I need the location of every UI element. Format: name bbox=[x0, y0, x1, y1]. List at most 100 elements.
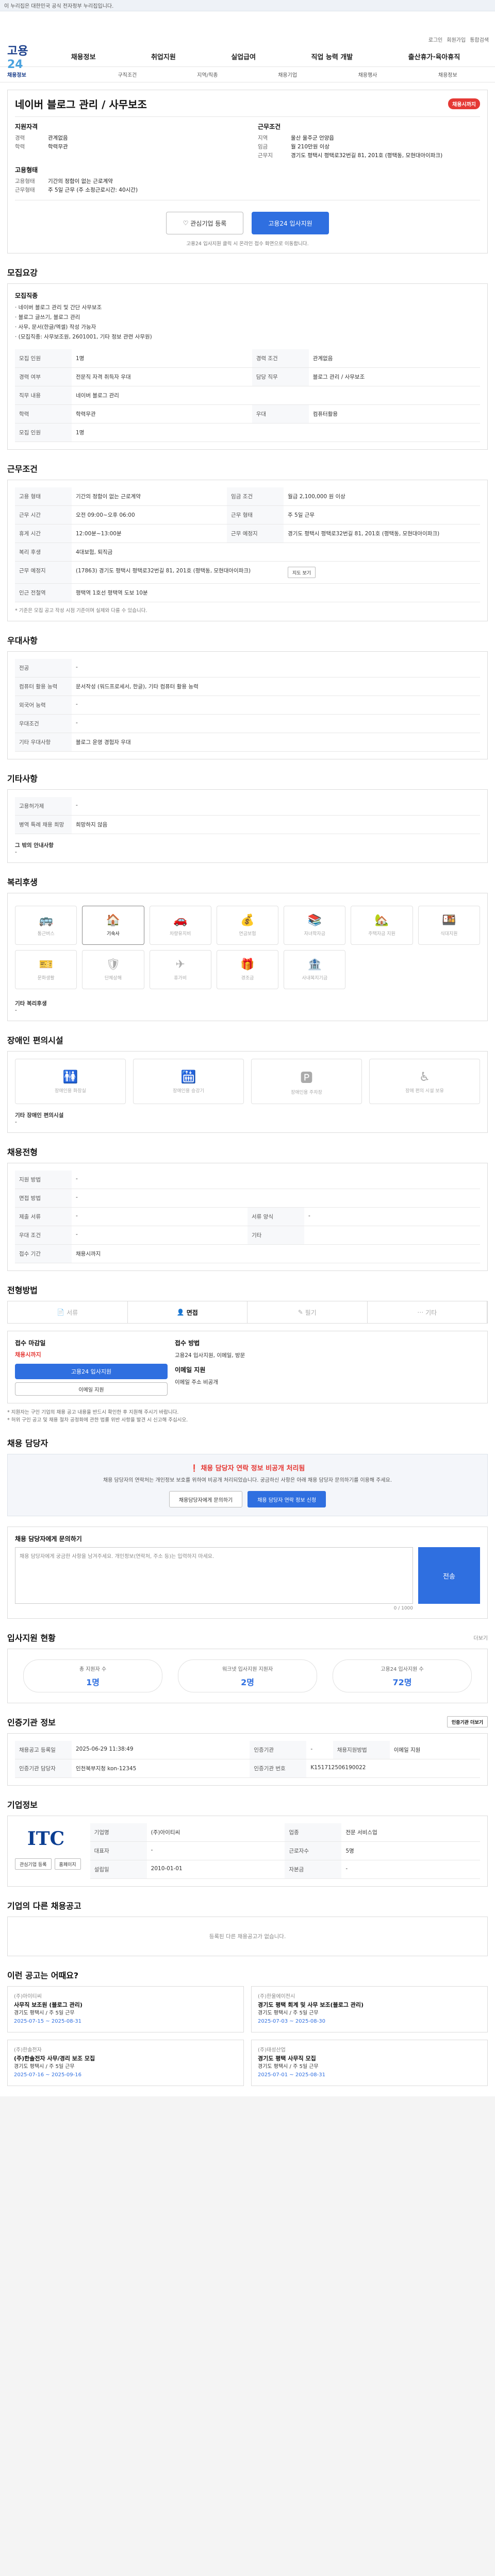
stat-card: 총 지원자 수 1명 bbox=[23, 1659, 162, 1692]
work-label: 근무형태 bbox=[15, 187, 35, 193]
qualification-heading: 지원자격 bbox=[15, 123, 38, 130]
coin-icon: 💰 bbox=[240, 914, 255, 927]
subnav-item[interactable]: 채용행사 bbox=[327, 71, 407, 78]
conditions-section: 고용 형태 기간의 정함이 없는 근로계약 임금 조건 월급 2,100,000 원 … bbox=[7, 480, 488, 621]
send-button[interactable]: 전송 bbox=[418, 1547, 480, 1604]
cert-more-button[interactable]: 인증기관 더보기 bbox=[447, 1716, 488, 1727]
conditions-heading: 근무조건 bbox=[258, 123, 281, 130]
section-title: 근무조건 bbox=[7, 464, 38, 474]
disability-icons: 🚻 장애인용 화장실 🛗 장애인용 승강기 🅿 장애인용 주차장 ♿ 장애 편의 시설 … bbox=[15, 1059, 480, 1104]
inquiry-button[interactable]: 채용담당자에게 문의하기 bbox=[169, 1491, 243, 1507]
subnav-item[interactable]: 구직조건 bbox=[87, 71, 167, 78]
recommend-card[interactable]: (주)아이티씨 사무직 보조원 (블로그 관리) 경기도 평택시 / 주 5일 근무… bbox=[7, 1986, 244, 2032]
subnav-item[interactable]: 채용기업 bbox=[248, 71, 327, 78]
subnav-item[interactable]: 지역/직종 bbox=[168, 71, 248, 78]
recruit-desc: · 네이버 블로그 관리 및 간단 사무보조 · 블로그 글쓰기, 블로그 관리 ·… bbox=[15, 304, 152, 340]
welfare-item: 🏠 기숙사 bbox=[82, 906, 144, 945]
apply-button[interactable]: 고용24 입사지원 bbox=[252, 212, 329, 234]
homepage-button[interactable]: 홈페이지 bbox=[54, 1858, 81, 1870]
section-title: 장애인 편의시설 bbox=[7, 1036, 63, 1045]
apply-button-2[interactable]: 고용24 입사지원 bbox=[15, 1364, 168, 1379]
nav-benefit[interactable]: 실업급여 bbox=[231, 52, 256, 61]
login-link[interactable]: 로그인 bbox=[428, 36, 443, 43]
conditions-table: 고용 형태 기간의 정함이 없는 근로계약 임금 조건 월급 2,100,000 원 … bbox=[15, 487, 480, 602]
table-row: 대표자 - 근로자수 5명 bbox=[90, 1841, 480, 1860]
subnav-item[interactable]: 채용정보 bbox=[7, 71, 87, 78]
company-table: 기업명 (주)아이티씨 업종 전문 서비스업 대표자 - 근로자수 5명 설립일 2010-0… bbox=[90, 1823, 480, 1879]
edu-value: 학력무관 bbox=[48, 144, 68, 150]
career-label: 경력 bbox=[15, 135, 25, 141]
recommend-card[interactable]: (주)한솔전자 (주)한솔전자 사무/경리 보조 모집 경기도 평택시 / 주 5일… bbox=[7, 2040, 244, 2086]
more-link[interactable]: 더보기 bbox=[473, 1634, 488, 1641]
gift-icon: 🎁 bbox=[240, 958, 255, 971]
bus-icon: 🚌 bbox=[39, 914, 53, 927]
edu-label: 학력 bbox=[15, 144, 25, 150]
work-value: 주 5일 근무 (주 소정근로시간: 40시간) bbox=[48, 187, 138, 193]
ticket-icon: 🎫 bbox=[39, 958, 53, 971]
tab-written[interactable]: ✎ 필기 bbox=[248, 1301, 368, 1323]
sub-nav: 채용정보 구직조건 지역/직종 채용기업 채용행사 채용정보 bbox=[0, 67, 495, 82]
table-row: 면접 방법 - bbox=[15, 1189, 480, 1208]
nav-training[interactable]: 직업 능력 개발 bbox=[311, 52, 353, 61]
section-title: 인증기관 정보 bbox=[7, 1718, 56, 1727]
stat-card: 고용24 입사지원 수 72명 bbox=[333, 1659, 472, 1692]
job-summary-card: 네이버 블로그 관리 / 사무보조 채용시까지 지원자격 경력 관계없음 학력 학력무… bbox=[7, 90, 488, 253]
site-logo[interactable]: 고용24 bbox=[7, 42, 43, 71]
recommend-card[interactable]: (주)한울에이전시 경기도 평택 회계 및 사무 보조(블로그 관리) 경기도 평택… bbox=[251, 1986, 488, 2032]
facility-item: 🚻 장애인용 화장실 bbox=[15, 1059, 126, 1104]
table-row: 채용공고 등록일 2025-06-29 11:38:49 인증기관 - 채용지원방법 이메… bbox=[15, 1741, 480, 1759]
facility-item: 🛗 장애인용 승강기 bbox=[133, 1059, 244, 1104]
signup-link[interactable]: 회원가입 bbox=[447, 36, 466, 43]
method-label: 접수 방법 bbox=[175, 1340, 200, 1347]
stat-card: 워크넷 입사지원 지원자 2명 bbox=[178, 1659, 317, 1692]
home-icon: 🏡 bbox=[374, 914, 389, 927]
welfare-item: 📚 자녀학자금 bbox=[284, 906, 346, 945]
welfare-item: 🏡 주택자금 지원 bbox=[351, 906, 413, 945]
table-row: 외국어 능력 - bbox=[15, 696, 480, 715]
gov-banner: 이 누리집은 대한민국 공식 전자정부 누리집입니다. bbox=[0, 0, 495, 11]
table-row: 설립일 2010-01-01 자본금 - bbox=[90, 1860, 480, 1879]
fund-icon: 🏦 bbox=[307, 958, 322, 971]
etype-value: 기간의 정함이 없는 근로계약 bbox=[48, 178, 113, 184]
tab-docs[interactable]: 📄 서류 bbox=[8, 1301, 128, 1323]
email-apply-button[interactable]: 이메일 지원 bbox=[15, 1382, 168, 1396]
table-row: 모집 인원 1명 bbox=[15, 423, 480, 442]
pen-icon: ✎ bbox=[298, 1309, 305, 1316]
selection-section: 지원 방법 - 면접 방법 - 제출 서류 - 서류 양식 - 우대 조건 - 기타 접수 기… bbox=[7, 1163, 488, 1271]
request-contact-button[interactable]: 채용 담당자 연락 정보 신청 bbox=[248, 1491, 326, 1507]
section-title: 채용 담당자 bbox=[7, 1438, 48, 1448]
section-title: 전형방법 bbox=[7, 1285, 38, 1295]
nav-jobs[interactable]: 채용정보 bbox=[71, 52, 96, 61]
meal-icon: 🍱 bbox=[442, 914, 456, 927]
inquiry-textarea[interactable]: 채용 담당자에게 궁금한 사항을 남겨주세요. 개인정보(연락처, 주소 등)는… bbox=[15, 1547, 413, 1604]
tab-interview[interactable]: 👤 면접 bbox=[128, 1301, 248, 1323]
inquiry-title: 채용 담당자에게 문의하기 bbox=[15, 1535, 82, 1543]
process-tabs: 📄 서류 👤 면접 ✎ 필기 ⋯ 기타 bbox=[7, 1301, 488, 1324]
nav-support[interactable]: 취업지원 bbox=[151, 52, 176, 61]
table-row: 컴퓨터 활용 능력 문서작성 (워드프로세서, 한글), 기타 컴퓨터 활용 능력 bbox=[15, 677, 480, 696]
welfare-item: 🏦 사내복지기금 bbox=[284, 950, 346, 989]
recommend-card[interactable]: (주)태성산업 경기도 평택 사무직 모집 경기도 평택시 / 주 5일 근무 202… bbox=[251, 2040, 488, 2086]
company-interest-button[interactable]: 관심기업 등록 bbox=[15, 1858, 52, 1870]
deadline-label: 접수 마감일 bbox=[15, 1340, 46, 1347]
alert-icon: ❗ bbox=[190, 1465, 201, 1472]
company-box: ITC 관심기업 등록 홈페이지 기업명 (주)아이티씨 업종 전문 서비스업 대표자… bbox=[7, 1816, 488, 1887]
disability-note: 기타 장애인 편의시설 - bbox=[15, 1112, 64, 1125]
tab-etc[interactable]: ⋯ 기타 bbox=[368, 1301, 487, 1323]
region-label: 지역 bbox=[258, 135, 268, 141]
etc-note: 그 밖의 안내사항 - bbox=[15, 842, 54, 855]
table-row: 기업명 (주)아이티씨 업종 전문 서비스업 bbox=[90, 1823, 480, 1842]
search-link[interactable]: 통합검색 bbox=[470, 36, 489, 43]
parking-icon: 🅿 bbox=[300, 1071, 313, 1085]
nav-leave[interactable]: 출산휴가·육아휴직 bbox=[408, 52, 460, 61]
map-button[interactable]: 지도 보기 bbox=[288, 567, 316, 578]
main-nav: 채용정보 취업지원 실업급여 직업 능력 개발 출산휴가·육아휴직 bbox=[43, 52, 488, 61]
conditions-note: * 기준은 모집 공고 작성 시점 기준이며 실제와 다를 수 있습니다. bbox=[15, 608, 147, 614]
subnav-item[interactable]: 채용정보 bbox=[408, 71, 488, 78]
pay-value: 월 210만원 이상 bbox=[291, 144, 330, 150]
table-row: 복리 후생 4대보험, 퇴직금 bbox=[15, 543, 480, 562]
interest-button[interactable]: ♡ 관심기업 등록 bbox=[166, 212, 243, 234]
welfare-item: 💰 연금보험 bbox=[216, 906, 279, 945]
section-title: 이런 공고는 어때요? bbox=[7, 1971, 79, 1980]
company-logo: ITC bbox=[27, 1828, 65, 1850]
